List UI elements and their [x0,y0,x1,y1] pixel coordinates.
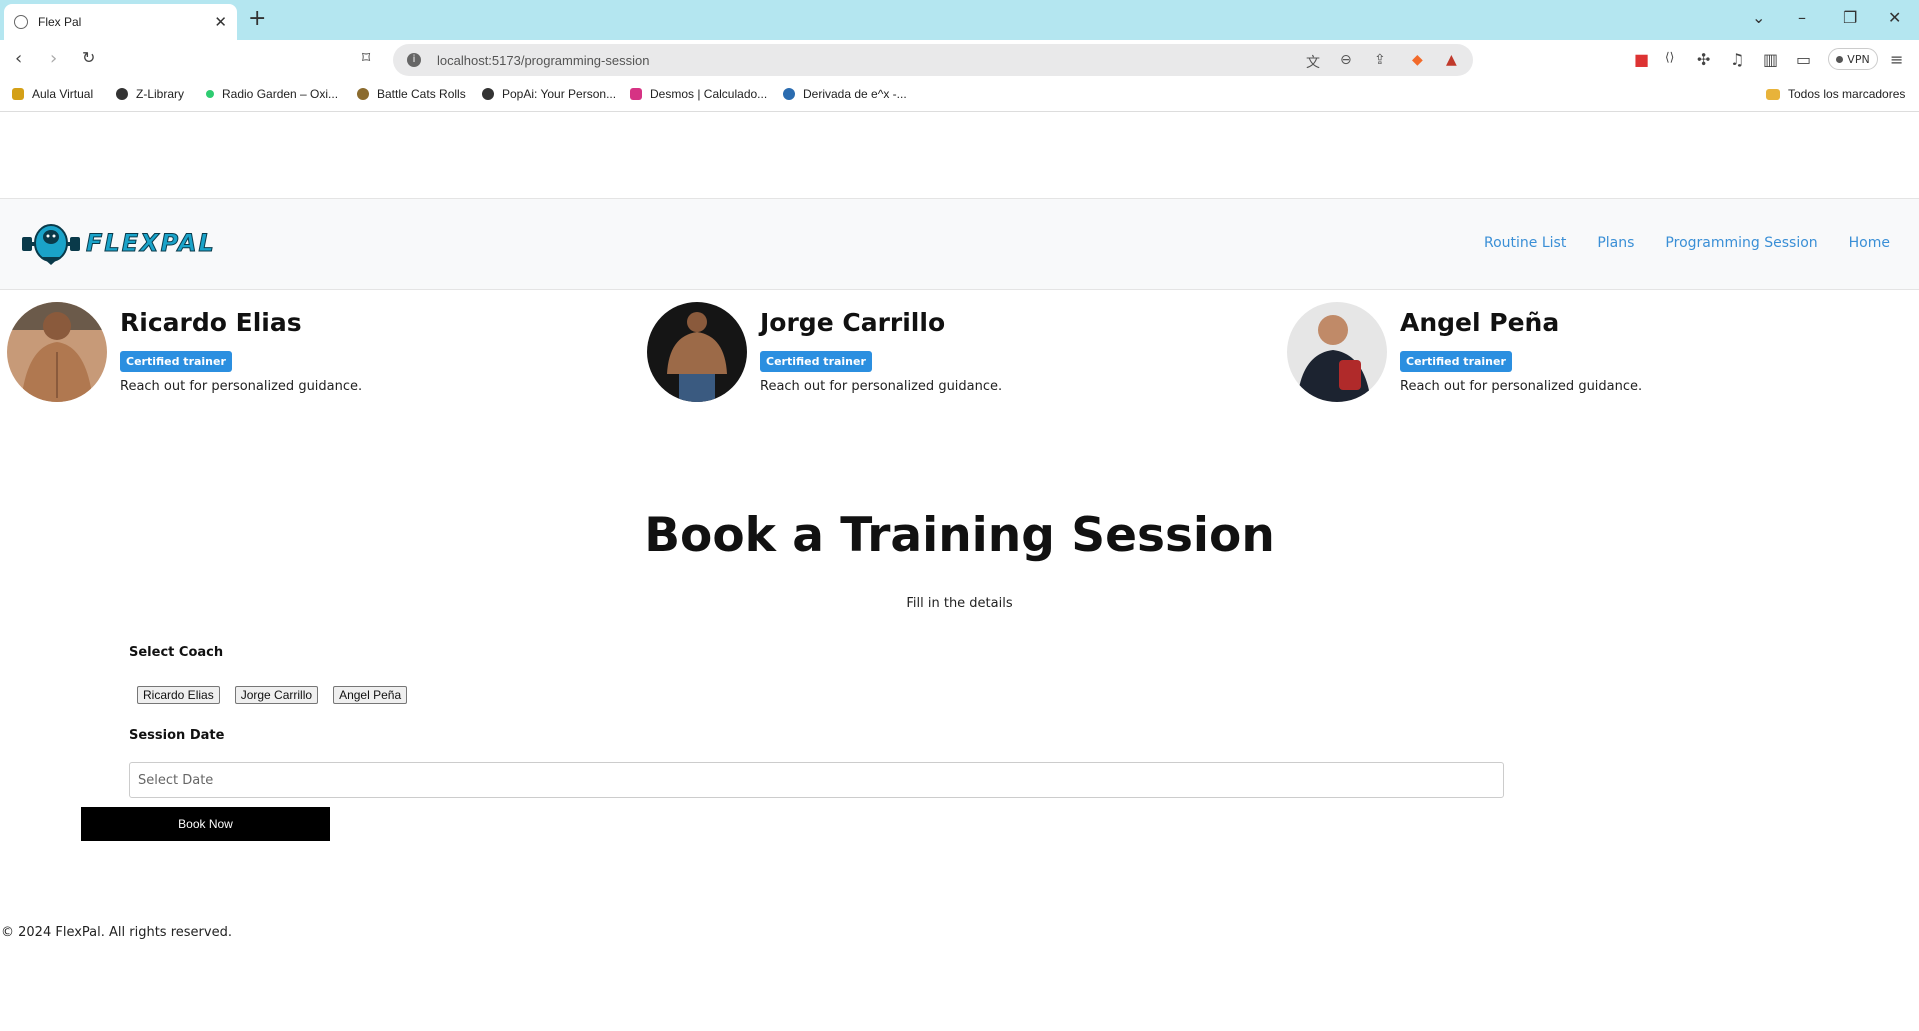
vpn-status-icon [1836,55,1844,63]
back-icon[interactable]: ‹ [15,48,22,69]
page-title: Book a Training Session [644,508,1275,563]
book-now-button[interactable]: Book Now [81,807,330,841]
bookmark-label: Aula Virtual [32,87,94,101]
globe-icon [14,15,28,29]
browser-toolbar: ‹ › ↻ ⌑ i localhost:5173/programming-ses… [0,40,1919,80]
nav-home[interactable]: Home [1849,235,1890,251]
bar-chart-icon [12,88,24,100]
radio-garden-icon [206,90,214,98]
bookmark-battle-cats[interactable]: Battle Cats Rolls [357,87,466,101]
reload-icon[interactable]: ↻ [82,48,95,67]
coach-ricardo-button[interactable]: Ricardo Elias [137,686,220,704]
logo-text: FLEXPAL [86,229,216,258]
coach-options: Ricardo Elias Jorge Carrillo Angel Peña [137,686,408,704]
bookmark-label: Desmos | Calculado... [650,87,768,101]
globe-icon [482,88,494,100]
certified-badge: Certified trainer [760,351,872,372]
browser-tab[interactable]: Flex Pal ✕ [4,4,237,40]
forward-icon[interactable]: › [50,48,57,69]
certified-badge: Certified trainer [1400,351,1512,372]
menu-icon[interactable]: ≡ [1890,50,1903,69]
trainer-name: Ricardo Elias [120,308,302,337]
close-window-icon[interactable]: ✕ [1888,8,1901,27]
trainer-avatar [7,302,107,402]
gorilla-logo-icon [20,217,82,269]
bookmark-derivada[interactable]: Derivada de e^x -... [783,87,907,101]
brave-rewards-icon[interactable]: ▲ [1446,52,1457,68]
extensions-puzzle-icon[interactable]: ✣ [1697,50,1710,69]
coach-jorge-button[interactable]: Jorge Carrillo [234,686,319,704]
folder-icon [1766,88,1780,100]
sidebar-icon[interactable]: ▥ [1763,50,1778,69]
nav-routine-list[interactable]: Routine List [1484,235,1566,251]
bookmark-label: Z-Library [136,87,185,101]
trainer-description: Reach out for personalized guidance. [1400,379,1643,394]
restore-icon[interactable]: ❐ [1843,8,1857,27]
bookmark-label: Battle Cats Rolls [377,87,466,101]
trainer-name: Jorge Carrillo [760,308,946,337]
nav-programming-session[interactable]: Programming Session [1665,235,1817,251]
desmos-icon [630,88,642,100]
wallet-icon[interactable]: ▭ [1796,50,1811,69]
bookmark-label: Derivada de e^x -... [803,87,907,101]
vpn-label: VPN [1847,52,1870,66]
bookmark-label: Todos los marcadores [1788,87,1906,101]
trainer-name: Angel Peña [1400,308,1560,337]
bookmarks-bar: Aula Virtual Z-Library Radio Garden – Ox… [0,80,1919,112]
globe-icon [116,88,128,100]
record-icon[interactable]: ■ [1634,50,1649,69]
trainer-avatar [647,302,747,402]
flexpal-logo[interactable]: FLEXPAL [20,217,216,269]
select-coach-label: Select Coach [129,645,224,660]
translate-icon[interactable]: 文 [1306,52,1320,72]
vpn-button[interactable]: VPN [1828,48,1878,70]
zoom-out-icon[interactable]: ⊖ [1340,52,1352,68]
coach-angel-button[interactable]: Angel Peña [333,686,408,704]
page-subtitle: Fill in the details [906,596,1013,611]
site-header: FLEXPAL Routine List Plans Programming S… [0,198,1919,290]
new-tab-icon[interactable]: + [248,6,266,31]
bookmark-icon[interactable]: ⌑ [362,48,370,67]
trainer-description: Reach out for personalized guidance. [760,379,1003,394]
bookmark-aula-virtual[interactable]: Aula Virtual [12,87,93,101]
bookmark-desmos[interactable]: Desmos | Calculado... [630,87,767,101]
bookmarks-folder[interactable]: Todos los marcadores [1766,87,1905,101]
bookmark-label: Radio Garden – Oxi... [222,87,339,101]
tab-search-chevron-icon[interactable]: ⌄ [1752,8,1765,27]
session-date-label: Session Date [129,728,225,743]
brave-shield-icon[interactable]: ◆ [1412,52,1423,68]
bookmark-label: PopAi: Your Person... [502,87,617,101]
tab-title: Flex Pal [38,15,82,29]
derivative-site-icon [783,88,795,100]
media-icon[interactable]: ♫ [1730,50,1744,69]
url-text: localhost:5173/programming-session [437,52,650,68]
session-date-input[interactable] [129,762,1504,798]
bookmark-z-library[interactable]: Z-Library [116,87,184,101]
nav-plans[interactable]: Plans [1597,235,1634,251]
trainer-description: Reach out for personalized guidance. [120,379,363,394]
extension-icon[interactable]: ⟨⟩ [1665,50,1674,64]
minimize-icon[interactable]: – [1798,8,1806,27]
site-info-icon[interactable]: i [407,53,421,67]
cat-icon [357,88,369,100]
main-nav: Routine List Plans Programming Session H… [1484,235,1890,251]
share-icon[interactable]: ⇪ [1374,52,1386,68]
trainer-avatar [1287,302,1387,402]
browser-tab-strip: Flex Pal ✕ + ⌄ – ❐ ✕ [0,0,1919,40]
bookmark-radio-garden[interactable]: Radio Garden – Oxi... [206,87,338,101]
footer-copyright: © 2024 FlexPal. All rights reserved. [1,925,232,940]
close-tab-icon[interactable]: ✕ [214,13,227,31]
certified-badge: Certified trainer [120,351,232,372]
trainers-row: Ricardo Elias Certified trainer Reach ou… [0,300,1919,410]
bookmark-popai[interactable]: PopAi: Your Person... [482,87,616,101]
